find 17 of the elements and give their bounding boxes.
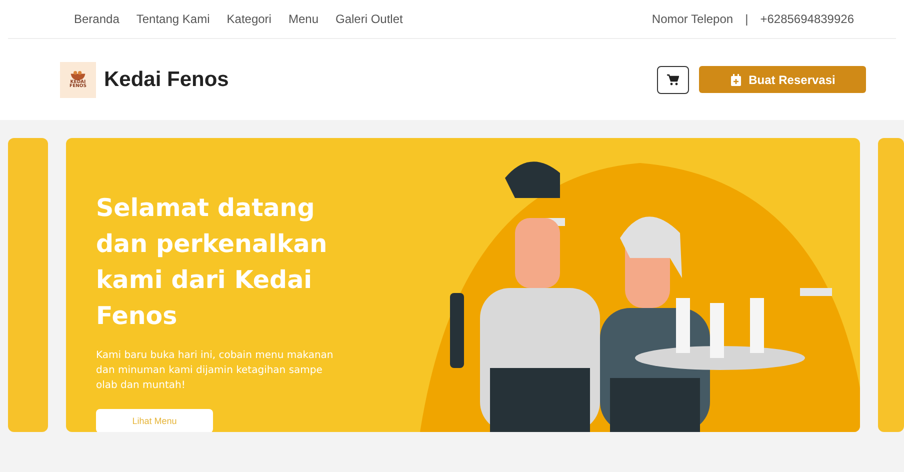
cart-icon	[667, 74, 679, 86]
cart-button[interactable]	[657, 66, 689, 94]
hero-text: Kami baru buka hari ini, cobain menu makanan dan minuman kami dijamin ketagihan sampe olab dan muntah!	[96, 349, 334, 393]
calendar-icon	[730, 74, 742, 86]
separator: |	[745, 12, 748, 26]
nav-link[interactable]: Beranda	[74, 12, 120, 26]
nav-link[interactable]: Galeri Outlet	[336, 12, 403, 26]
slide-preview[interactable]	[878, 138, 904, 432]
nav-link[interactable]: Tentang Kami	[136, 12, 210, 26]
hero-title: Selamat datang dan perkenalkan kami dari Kedai Fenos	[96, 192, 328, 332]
brand-name: Kedai Fenos	[104, 68, 229, 92]
nav-link[interactable]: Menu	[288, 12, 318, 26]
phone-number: +6285694839926	[760, 12, 854, 26]
phone-label: Nomor Telepon	[652, 12, 734, 26]
slide-preview[interactable]	[8, 138, 48, 432]
bowl-icon	[69, 70, 87, 80]
nav-link[interactable]: Kategori	[226, 12, 272, 26]
